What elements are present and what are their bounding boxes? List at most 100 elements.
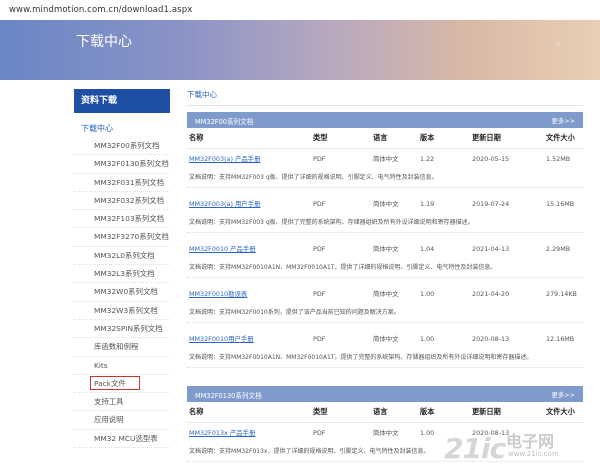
doc-type: PDF xyxy=(313,335,326,343)
section-title: MM32F00系列文档 xyxy=(195,118,254,126)
doc-description: 文档说明：支持MM32F003 q板、提供了详细的规格说明、引脚定义、电气特性及… xyxy=(187,169,583,188)
breadcrumb[interactable]: 下载中心 xyxy=(187,89,583,101)
sections-container: MM32F00系列文档 更多>> 名称 类型 语言 版本 更新日期 文件大小 MM32F003(… xyxy=(187,112,583,468)
banner-decoration xyxy=(460,20,600,80)
doc-description-text: 支持MM32F0010系列，提供了该产品当前已知的问题及解决方案。 xyxy=(219,309,400,316)
sidebar-item[interactable]: MM32F3270系列文档 xyxy=(74,228,170,247)
url-text: www.mindmotion.com.cn/download1.aspx xyxy=(9,5,193,15)
sidebar-item-label: MM32W3系列文档 xyxy=(94,305,158,315)
row-spacer xyxy=(187,368,583,374)
banner-title: 下载中心 xyxy=(76,34,132,50)
doc-date: 2020-08-13 xyxy=(472,335,510,343)
column-header: 类型 xyxy=(313,133,328,142)
doc-link[interactable]: MM32F003(a) 用户手册 xyxy=(187,194,313,214)
doc-description-label: 文档说明： xyxy=(189,309,220,316)
doc-type: PDF xyxy=(313,155,326,163)
doc-link[interactable]: MM32F003(a) 产品手册 xyxy=(187,149,313,169)
doc-version: 1.00 xyxy=(420,290,435,298)
column-header: 类型 xyxy=(313,407,328,416)
column-header-row: 名称 类型 语言 版本 更新日期 文件大小 xyxy=(187,402,583,423)
address-bar[interactable]: www.mindmotion.com.cn/download1.aspx xyxy=(0,0,600,20)
sidebar-item-label: MM32F031系列文档 xyxy=(94,177,165,187)
doc-lang: 简体中文 xyxy=(373,155,399,163)
more-link[interactable]: 更多>> xyxy=(552,116,576,125)
sidebar-item[interactable]: MM32F00系列文档 xyxy=(74,137,170,156)
sidebar-item[interactable]: MM32 MCU选型表 xyxy=(74,430,170,449)
doc-description-text: 支持MM32F0010A1N、MM32F0010A1T，提供了详细的规格说明、引… xyxy=(219,264,497,271)
doc-lang: 简体中文 xyxy=(373,429,399,437)
doc-description-text: 支持MM32F013x，提供了详细的规格说明、引脚定义、电气特性及封装信息。 xyxy=(219,448,430,455)
sidebar-item-label: 库函数和例程 xyxy=(94,342,139,352)
sidebar-item[interactable]: MM32SPIN系列文档 xyxy=(74,320,170,339)
sidebar-item[interactable]: MM32F0130系列文档 xyxy=(74,155,170,174)
sidebar-item-label: 支持工具 xyxy=(94,397,124,407)
sidebar-item[interactable]: MM32L0系列文档 xyxy=(74,247,170,266)
doc-description: 文档说明：支持MM32F0010A1N、MM32F0010A1T，提供了详细的规… xyxy=(187,259,583,278)
doc-description-label: 文档说明： xyxy=(189,448,220,455)
sidebar-item[interactable]: 应用说明 xyxy=(74,411,170,430)
watermark-logo: 21ic 电子网 www.21ic.com xyxy=(444,426,594,466)
sidebar-item[interactable]: MM32L3系列文档 xyxy=(74,265,170,284)
watermark-logo-text: 21ic xyxy=(444,432,506,465)
doc-lang: 简体中文 xyxy=(373,335,399,343)
sidebar-category[interactable]: 下载中心 xyxy=(74,123,170,135)
doc-row: MM32F003(a) 用户手册 PDF 简体中文 1.19 2019-07-24 15.… xyxy=(187,194,583,214)
sidebar-item-label: MM32F0130系列文档 xyxy=(94,159,169,169)
sidebar-item-label: MM32F103系列文档 xyxy=(94,214,165,224)
column-header: 版本 xyxy=(420,133,435,142)
more-link[interactable]: 更多>> xyxy=(552,390,576,399)
doc-type: PDF xyxy=(313,429,326,437)
main-content: 下载中心 MM32F00系列文档 更多>> 名称 类型 语言 版本 更新日期 文件大小 MM32… xyxy=(187,89,583,470)
doc-row: MM32F0010用户手册 PDF 简体中文 1.00 2020-08-13 12.16M… xyxy=(187,329,583,349)
doc-date: 2019-07-24 xyxy=(472,200,510,208)
section-header: MM32F0130系列文档 更多>> xyxy=(187,386,583,402)
sidebar-item[interactable]: MM32W0系列文档 xyxy=(74,283,170,302)
page-banner: 下载中心 xyxy=(0,20,600,80)
column-header: 版本 xyxy=(420,407,435,416)
doc-description-label: 文档说明： xyxy=(189,219,220,226)
doc-description: 文档说明：支持MM32F0010A1N、MM32F0010A1T，提供了完整的系… xyxy=(187,349,583,368)
doc-link[interactable]: MM32F013x 产品手册 xyxy=(187,423,313,443)
doc-row: MM32F0010勘误表 PDF 简体中文 1.00 2021-04-20 279.14K… xyxy=(187,284,583,304)
column-header-row: 名称 类型 语言 版本 更新日期 文件大小 xyxy=(187,128,583,149)
sidebar-item-label: MM32L3系列文档 xyxy=(94,269,155,279)
doc-section: MM32F00系列文档 更多>> 名称 类型 语言 版本 更新日期 文件大小 MM32F003(… xyxy=(187,112,583,374)
sidebar-item[interactable]: MM32F103系列文档 xyxy=(74,210,170,229)
sidebar-item-label: MM32 MCU选型表 xyxy=(94,433,158,443)
breadcrumb-divider xyxy=(187,105,583,106)
doc-link[interactable]: MM32F0010用户手册 xyxy=(187,329,313,349)
section-title: MM32F0130系列文档 xyxy=(195,392,262,400)
sidebar-item[interactable]: MM32W3系列文档 xyxy=(74,302,170,320)
sidebar-item-label: MM32L0系列文档 xyxy=(94,250,155,260)
sidebar-item-label: MM32F032系列文档 xyxy=(94,195,165,205)
doc-size: 1.52MB xyxy=(546,155,571,163)
doc-type: PDF xyxy=(313,200,326,208)
column-header: 更新日期 xyxy=(472,133,501,142)
sidebar-item[interactable]: MM32F032系列文档 xyxy=(74,192,170,211)
doc-version: 1.19 xyxy=(420,200,435,208)
column-header: 名称 xyxy=(189,407,204,416)
doc-lang: 简体中文 xyxy=(373,290,399,298)
sidebar-item-label: Kits xyxy=(94,360,108,370)
sidebar-item[interactable]: MM32F031系列文档 xyxy=(74,174,170,192)
doc-link[interactable]: MM32F0010勘误表 xyxy=(187,284,313,304)
doc-row: MM32F0010 产品手册 PDF 简体中文 1.04 2021-04-13 2.29M… xyxy=(187,239,583,259)
doc-description-text: 支持MM32F003 q板、提供了详细的规格说明、引脚定义、电气特性及封装信息。 xyxy=(219,174,438,181)
column-header: 语言 xyxy=(373,133,388,142)
sidebar-item[interactable]: 库函数和例程 xyxy=(74,338,170,357)
doc-version: 1.04 xyxy=(420,245,435,253)
doc-version: 1.22 xyxy=(420,155,435,163)
sidebar-item[interactable]: Kits xyxy=(74,357,170,375)
sidebar-item[interactable]: Pack文件 xyxy=(74,375,170,394)
doc-description-label: 文档说明： xyxy=(189,354,220,361)
column-header: 文件大小 xyxy=(546,133,575,142)
sidebar-item-label: 应用说明 xyxy=(94,415,124,425)
doc-description: 文档说明：支持MM32F0010系列，提供了该产品当前已知的问题及解决方案。 xyxy=(187,304,583,323)
doc-size: 279.14KB xyxy=(546,290,577,298)
sidebar-item[interactable]: 支持工具 xyxy=(74,393,170,412)
doc-size: 2.29MB xyxy=(546,245,571,253)
watermark-url: www.21ic.com xyxy=(508,450,559,458)
doc-lang: 简体中文 xyxy=(373,245,399,253)
doc-link[interactable]: MM32F0010 产品手册 xyxy=(187,239,313,259)
highlight-box xyxy=(90,375,140,390)
